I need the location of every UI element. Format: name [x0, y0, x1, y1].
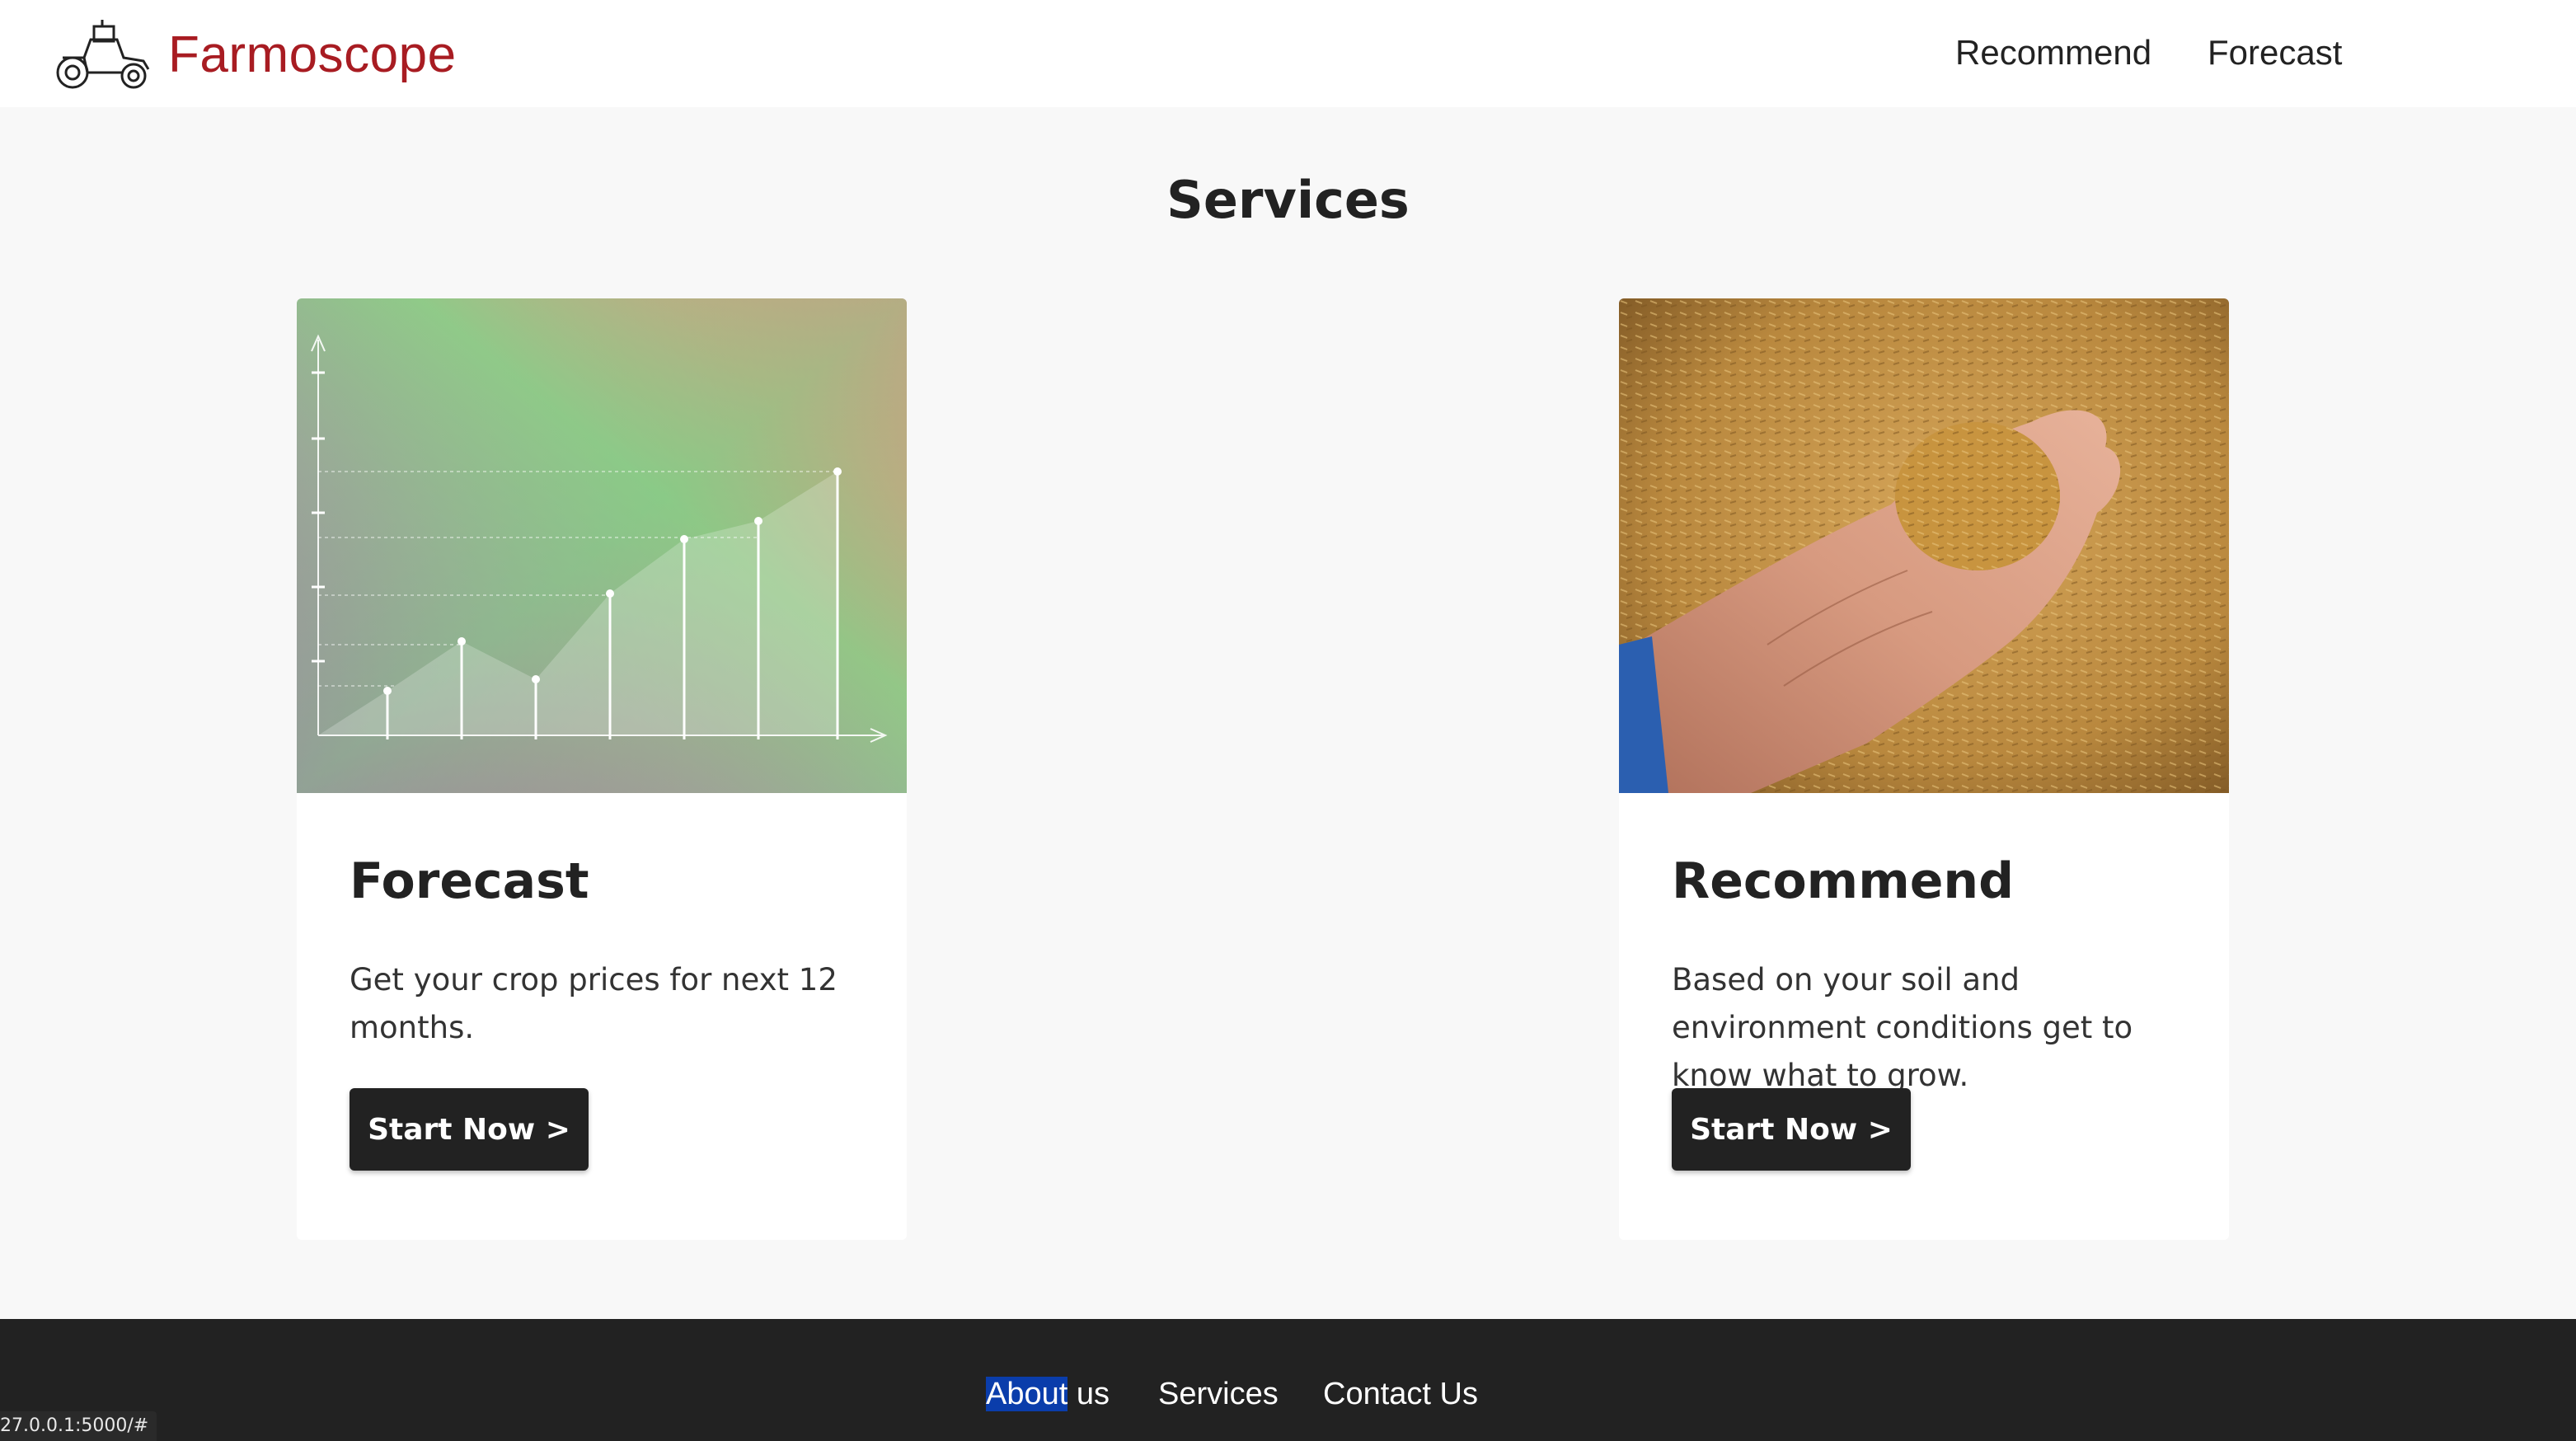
top-navbar: Farmoscope Recommend Forecast	[0, 0, 2576, 107]
footer-link-services[interactable]: Services	[1158, 1370, 1279, 1418]
recommend-start-now-button[interactable]: Start Now >	[1672, 1088, 1911, 1171]
nav-link-recommend[interactable]: Recommend	[1955, 28, 2151, 77]
brand-name: Farmoscope	[168, 26, 457, 83]
brand-link[interactable]: Farmoscope	[51, 15, 457, 94]
status-bar-url: 27.0.0.1:5000/#	[0, 1411, 157, 1441]
service-card-recommend: Recommend Based on your soil and environ…	[1619, 298, 2229, 1240]
footer-link-contact[interactable]: Contact Us	[1323, 1370, 1478, 1418]
tractor-logo-icon	[56, 20, 150, 89]
card-description: Based on your soil and environment condi…	[1672, 962, 2133, 1093]
section-title: Services	[1166, 170, 1410, 230]
card-title: Forecast	[350, 852, 589, 910]
forecast-start-now-button[interactable]: Start Now >	[350, 1088, 589, 1171]
hand-holding-grain-photo	[1619, 298, 2229, 793]
selected-text: About	[986, 1377, 1068, 1411]
nav-link-forecast[interactable]: Forecast	[2208, 28, 2342, 77]
footer-link-about[interactable]: About us	[986, 1370, 1110, 1418]
footer-link-about-rest: us	[1067, 1377, 1110, 1411]
price-growth-chart-icon	[297, 298, 907, 793]
service-card-forecast: Forecast Get your crop prices for next 1…	[297, 298, 907, 1240]
card-description: Get your crop prices for next 12 months.	[350, 962, 838, 1045]
footer: About us Services Contact Us	[0, 1319, 2576, 1441]
card-title: Recommend	[1672, 852, 2015, 910]
